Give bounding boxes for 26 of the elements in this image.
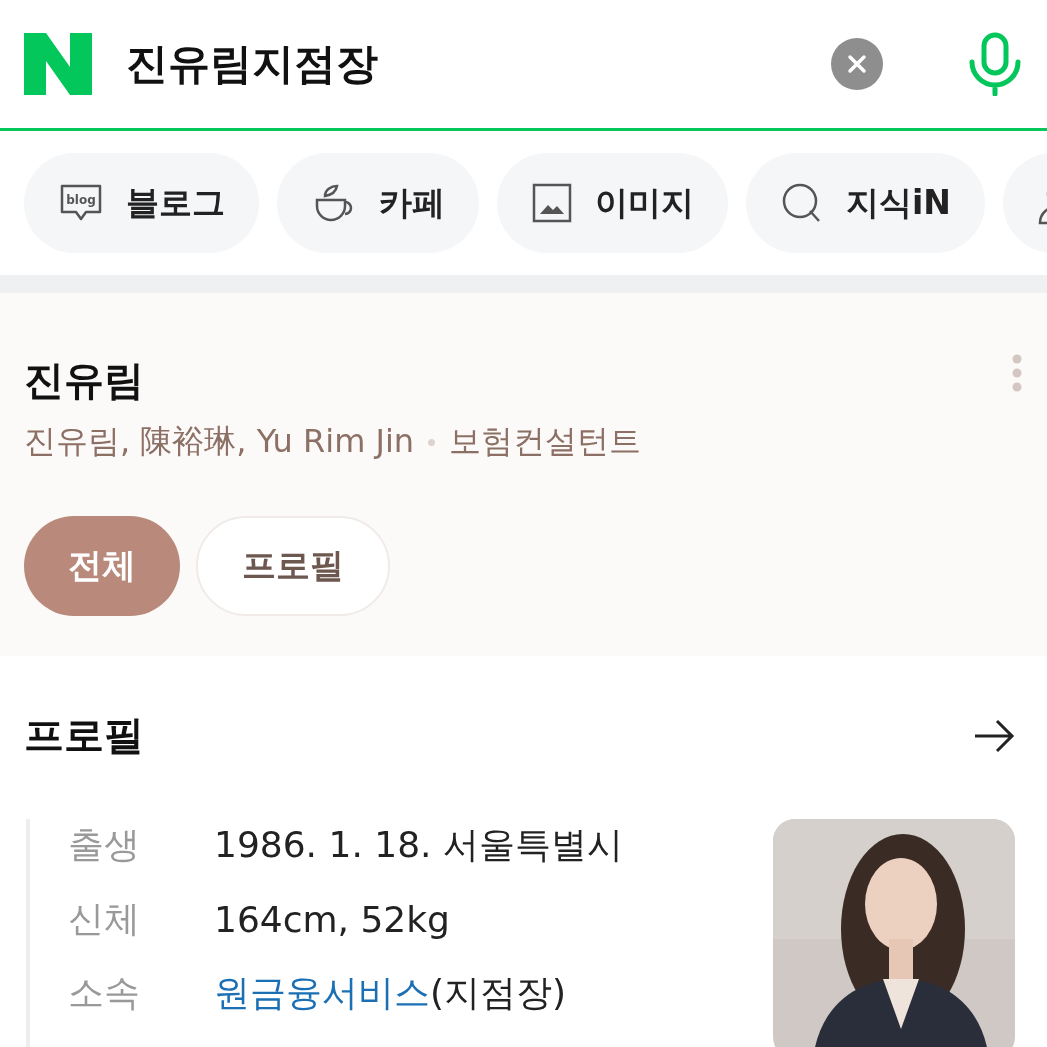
field-label: 소속 — [68, 970, 141, 1015]
tab[interactable]: 프로필 — [196, 516, 390, 616]
logo-icon[interactable] — [24, 33, 92, 95]
company-link[interactable]: 원금융서비스 — [214, 968, 430, 1018]
person-name: 진유림 — [24, 356, 144, 405]
speech-bubble-icon: blog — [58, 183, 104, 223]
search-field[interactable]: 진유림지점장 — [126, 36, 797, 92]
close-icon — [847, 54, 867, 74]
separator-dot — [428, 438, 436, 446]
field-label: 신체 — [68, 896, 141, 941]
category-chip[interactable]: blog 블로그 — [24, 153, 259, 253]
field-value: (지점장) — [430, 970, 567, 1015]
person-occupation: 보험컨설턴트 — [449, 421, 642, 462]
field-value: 1986. 1. 18. 서울특별시 — [214, 822, 623, 867]
field-value: 164cm, 52kg — [214, 898, 450, 940]
section-heading: 프로필 — [24, 711, 144, 760]
clear-button[interactable] — [831, 38, 883, 90]
image-icon — [531, 182, 573, 224]
microphone-icon[interactable] — [967, 32, 1023, 96]
category-chip[interactable]: 지식iN — [746, 153, 985, 253]
arrow-right-icon[interactable] — [973, 718, 1015, 753]
category-chip[interactable]: 카페 — [277, 153, 479, 253]
more-icon[interactable] — [1011, 353, 1023, 393]
person-aliases: 진유림, 陳裕琳, Yu Rim Jin — [24, 421, 415, 462]
field-label: 출생 — [68, 822, 141, 867]
category-chip[interactable]: 이미지 — [497, 153, 728, 253]
